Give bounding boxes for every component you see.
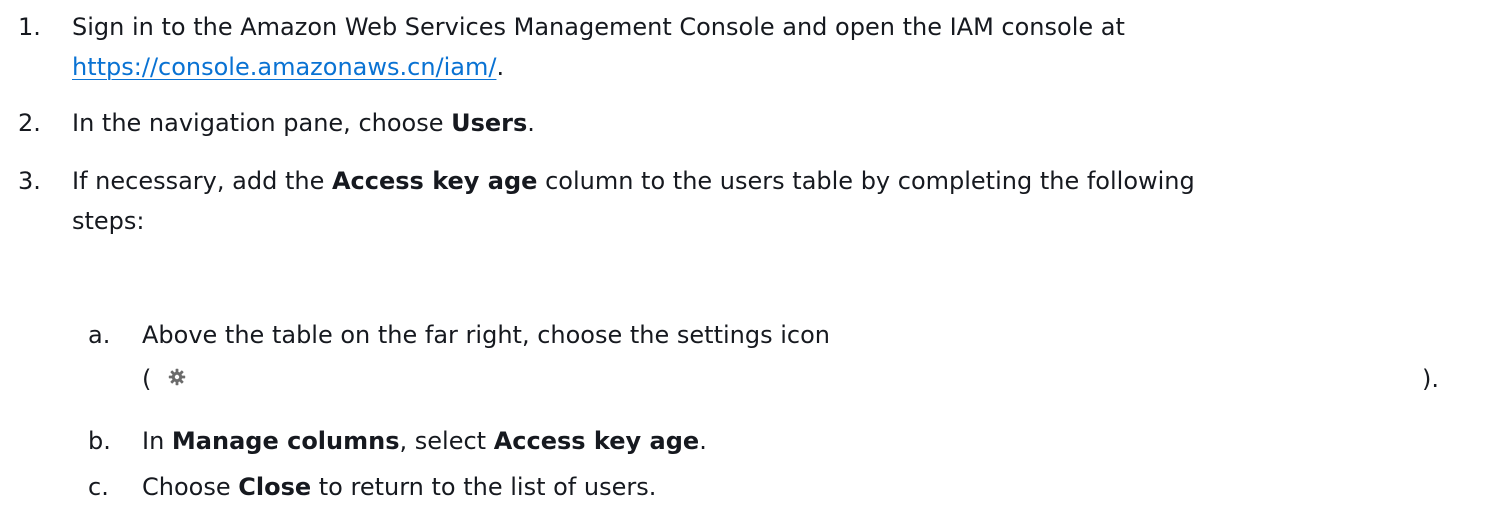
gear-icon <box>168 364 186 386</box>
settings-icon-row: ( ). <box>142 362 1462 396</box>
step-1-text: Sign in to the Amazon Web Services Manag… <box>72 10 1125 44</box>
substep-a-line: Above the table on the far right, choose… <box>142 321 830 349</box>
step-2-after: . <box>527 109 535 137</box>
step-number: 2. <box>18 109 41 137</box>
step-number: 1. <box>18 13 41 41</box>
step-1-line-1: Sign in to the Amazon Web Services Manag… <box>72 13 1125 41</box>
step-number: 3. <box>18 167 41 195</box>
substep-b-before: In <box>142 427 172 455</box>
users-term: Users <box>451 109 528 137</box>
step-3-text: If necessary, add the Access key age col… <box>72 164 1195 198</box>
open-paren: ( <box>142 365 152 393</box>
substep-letter: b. <box>88 427 111 455</box>
substep-b-text: In Manage columns, select Access key age… <box>142 424 707 458</box>
substep-a-text: Above the table on the far right, choose… <box>142 318 830 352</box>
close-paren: ). <box>1422 365 1439 393</box>
substep-c-before: Choose <box>142 473 239 501</box>
substep-letter: c. <box>88 473 109 501</box>
substep-letter: a. <box>88 321 111 349</box>
substep-c-text: Choose Close to return to the list of us… <box>142 470 656 504</box>
access-key-age-term: Access key age <box>331 167 538 195</box>
iam-console-link[interactable]: https://console.amazonaws.cn/iam/ <box>72 53 496 81</box>
step-3-before: If necessary, add the <box>72 167 332 195</box>
step-2-text: In the navigation pane, choose Users. <box>72 106 535 140</box>
step-1-link-line: https://console.amazonaws.cn/iam/. <box>72 50 504 84</box>
step-1-period: . <box>496 53 505 81</box>
substep-c-after: to return to the list of users. <box>311 473 657 501</box>
access-key-age-term: Access key age <box>493 427 700 455</box>
step-3-steps: steps: <box>72 207 145 235</box>
substep-b-after: . <box>699 427 707 455</box>
step-3-line-2: steps: <box>72 204 145 238</box>
step-3-after: column to the users table by completing … <box>537 167 1195 195</box>
step-2-before: In the navigation pane, choose <box>72 109 452 137</box>
close-term: Close <box>238 473 312 501</box>
substep-b-middle: , select <box>399 427 494 455</box>
manage-columns-term: Manage columns <box>171 427 400 455</box>
